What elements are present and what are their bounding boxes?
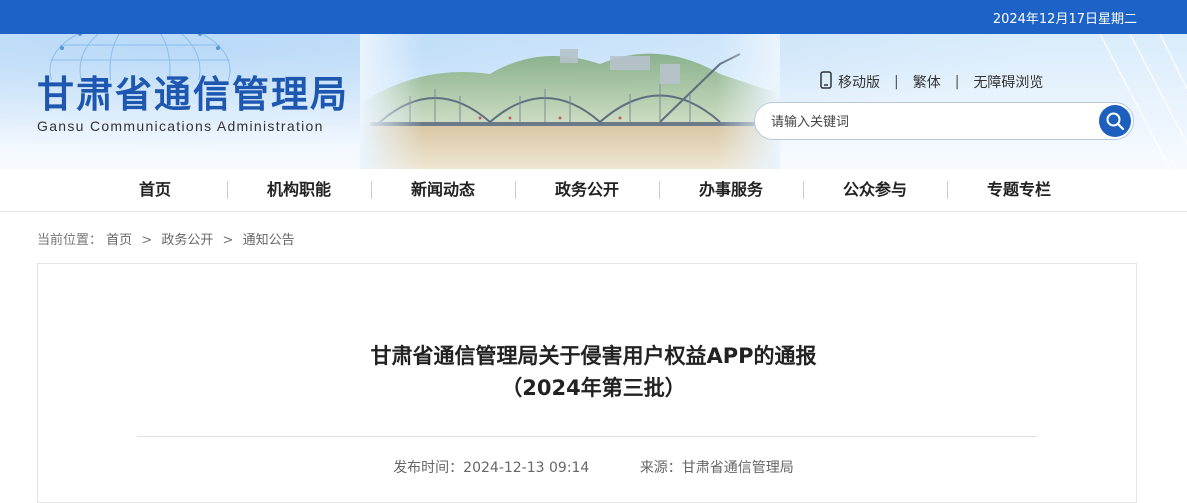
- article-title-line1: 甘肃省通信管理局关于侵害用户权益APP的通报: [370, 344, 817, 368]
- top-bar: 2024年12月17日星期二: [0, 0, 1187, 34]
- breadcrumb-government-affairs[interactable]: 政务公开: [161, 233, 213, 248]
- publish-time: 发布时间：2024-12-13 09:14: [393, 460, 590, 476]
- article-source: 来源：甘肃省通信管理局: [639, 460, 794, 476]
- nav-item-organization[interactable]: 机构职能: [227, 169, 371, 211]
- article-title: 甘肃省通信管理局关于侵害用户权益APP的通报 （2024年第三批）: [0, 340, 1187, 404]
- article-meta: 发布时间：2024-12-13 09:14 来源：甘肃省通信管理局: [0, 457, 1187, 477]
- nav-item-special-topics[interactable]: 专题专栏: [947, 169, 1091, 211]
- link-separator: |: [894, 74, 899, 90]
- breadcrumb-separator: >: [222, 233, 234, 248]
- breadcrumb-separator: >: [141, 233, 153, 248]
- nav-item-services[interactable]: 办事服务: [659, 169, 803, 211]
- nav-item-public-participation[interactable]: 公众参与: [803, 169, 947, 211]
- breadcrumb-home[interactable]: 首页: [106, 233, 132, 248]
- header-banner: 甘肃省通信管理局 Gansu Communications Administra…: [0, 34, 1187, 169]
- site-logo-chinese[interactable]: 甘肃省通信管理局: [37, 64, 349, 118]
- search-button[interactable]: [1099, 105, 1131, 137]
- breadcrumb: 当前位置： 首页 > 政务公开 > 通知公告: [37, 229, 295, 248]
- nav-item-home[interactable]: 首页: [83, 169, 227, 211]
- accessibility-link[interactable]: 无障碍浏览: [973, 72, 1043, 92]
- traditional-chinese-link[interactable]: 繁体: [913, 72, 941, 92]
- bridge-illustration: [360, 34, 780, 169]
- mobile-phone-icon: [820, 71, 832, 93]
- mobile-version-link[interactable]: 移动版: [838, 72, 880, 92]
- quick-links: 移动版 | 繁体 | 无障碍浏览: [820, 71, 1043, 93]
- nav-item-news[interactable]: 新闻动态: [371, 169, 515, 211]
- breadcrumb-notices[interactable]: 通知公告: [243, 233, 295, 248]
- nav-item-government-affairs[interactable]: 政务公开: [515, 169, 659, 211]
- search-input[interactable]: [769, 112, 1093, 132]
- site-logo-english: Gansu Communications Administration: [37, 118, 324, 134]
- breadcrumb-prefix: 当前位置：: [37, 233, 103, 248]
- search-box: [754, 102, 1134, 140]
- search-icon: [1106, 112, 1125, 131]
- main-navigation: 首页 机构职能 新闻动态 政务公开 办事服务 公众参与 专题专栏: [0, 169, 1187, 212]
- title-divider: [137, 436, 1037, 437]
- link-separator: |: [954, 74, 960, 90]
- current-date: 2024年12月17日星期二: [992, 12, 1137, 27]
- article-title-line2: （2024年第三批）: [501, 376, 686, 400]
